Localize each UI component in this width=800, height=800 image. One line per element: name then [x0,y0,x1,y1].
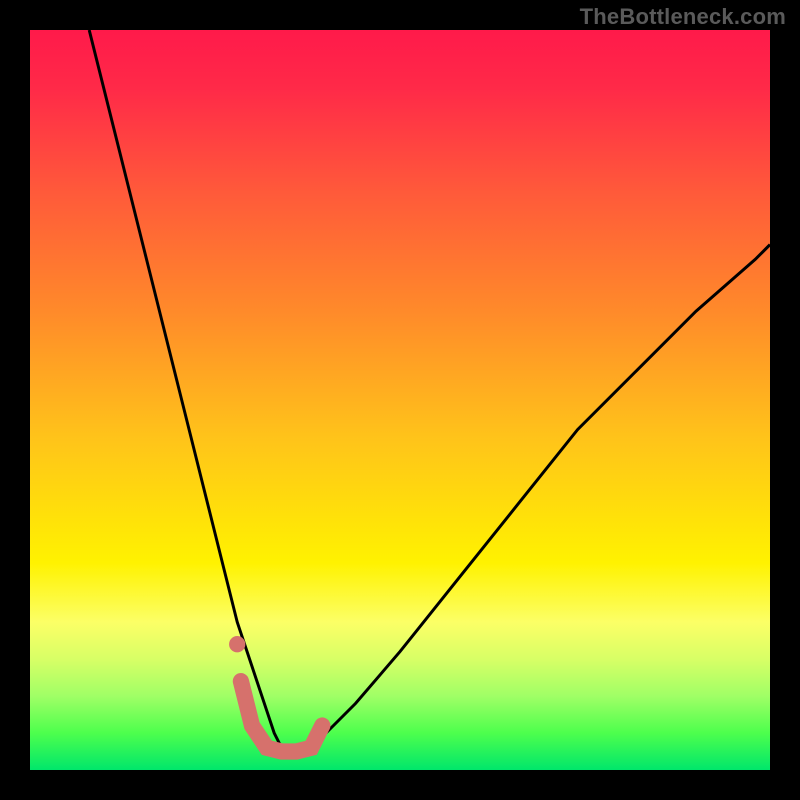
chart-plot-area [30,30,770,770]
highlight-dot [229,636,245,652]
bottleneck-curve [89,30,770,748]
watermark-text: TheBottleneck.com [580,4,786,30]
highlight-segment [241,681,322,751]
chart-svg [30,30,770,770]
